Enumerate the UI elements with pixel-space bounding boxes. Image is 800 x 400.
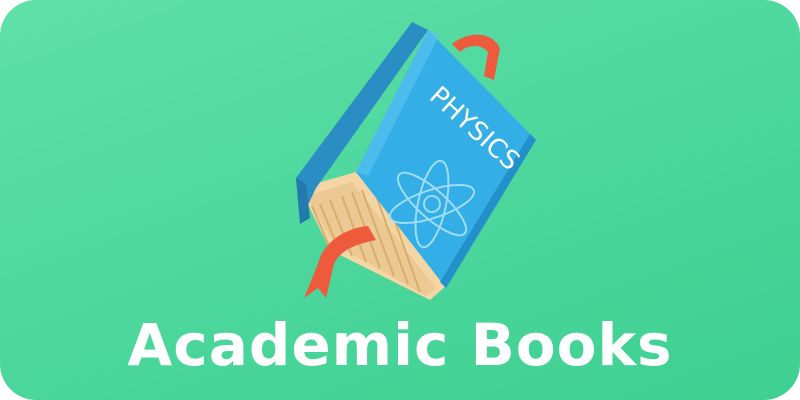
banner-card: PHYSICS Academic Books — [0, 0, 800, 400]
banner-title: Academic Books — [127, 311, 673, 379]
